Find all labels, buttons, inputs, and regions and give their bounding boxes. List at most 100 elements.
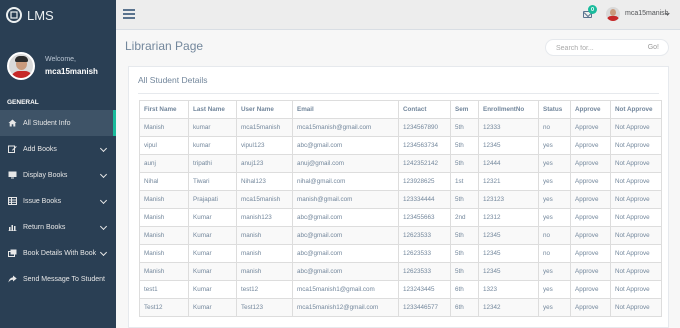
table-cell: 12345	[478, 244, 539, 263]
chevron-down-icon	[99, 196, 108, 205]
approve-link[interactable]: Approve	[570, 262, 611, 281]
table-cell: Manish	[139, 118, 189, 137]
approve-link[interactable]: Approve	[570, 172, 611, 191]
table-cell: 5th	[450, 244, 479, 263]
not-approve-link[interactable]: Not Approve	[610, 118, 662, 137]
sidebar-item-label: All Student Info	[23, 119, 71, 127]
not-approve-link[interactable]: Not Approve	[610, 298, 662, 317]
approve-link[interactable]: Approve	[570, 118, 611, 137]
table-cell: 5th	[450, 154, 479, 173]
approve-link[interactable]: Approve	[570, 208, 611, 227]
sidebar-item-label: Send Message To Student	[23, 275, 105, 283]
table-cell: yes	[538, 154, 571, 173]
sidebar-item-book-details[interactable]: Book Details With Book	[0, 240, 116, 266]
table-cell: Test12	[139, 298, 189, 317]
table-cell: abc@gmail.com	[292, 226, 399, 245]
table-cell: mca15manish1@gmail.com	[292, 280, 399, 299]
student-table: First Name Last Name User Name Email Contact…	[139, 100, 662, 317]
table-cell: 123928625	[398, 172, 451, 191]
table-cell: 1234567890	[398, 118, 451, 137]
not-approve-link[interactable]: Not Approve	[610, 154, 662, 173]
table-cell: 123123	[478, 190, 539, 209]
table-cell: mca15manish@gmail.com	[292, 118, 399, 137]
table-cell: 123334444	[398, 190, 451, 209]
not-approve-link[interactable]: Not Approve	[610, 172, 662, 191]
table-cell: mca15manish12@gmail.com	[292, 298, 399, 317]
table-cell: no	[538, 118, 571, 137]
table-cell: 12345	[478, 226, 539, 245]
profile: Welcome, mca15manish	[0, 30, 116, 92]
table-cell: 12321	[478, 172, 539, 191]
table-row: Manish Kumar manish abc@gmail.com 12623533 5t…	[139, 244, 662, 263]
table-cell: 12342	[478, 298, 539, 317]
not-approve-link[interactable]: Not Approve	[610, 226, 662, 245]
chevron-down-icon	[99, 144, 108, 153]
sidebar-item-return-books[interactable]: Return Books	[0, 214, 116, 240]
table-cell: Prajapati	[188, 190, 237, 209]
search-go-button[interactable]: Go!	[648, 44, 659, 51]
table-cell: Tiwari	[188, 172, 237, 191]
not-approve-link[interactable]: Not Approve	[610, 244, 662, 263]
avatar	[7, 52, 35, 80]
column-header: Sem	[450, 100, 479, 119]
table-cell: 12444	[478, 154, 539, 173]
sidebar-section-title: GENERAL	[7, 99, 39, 106]
not-approve-link[interactable]: Not Approve	[610, 262, 662, 281]
clone-icon	[8, 249, 17, 257]
approve-link[interactable]: Approve	[570, 298, 611, 317]
share-icon	[8, 275, 17, 283]
search-input[interactable]	[556, 43, 636, 53]
table-row: Manish Kumar manish abc@gmail.com 12623533 5t…	[139, 262, 662, 281]
table-cell: Kumar	[188, 298, 237, 317]
table-cell: yes	[538, 208, 571, 227]
profile-username: mca15manish	[45, 67, 98, 76]
column-header: Not Approve	[610, 100, 662, 119]
approve-link[interactable]: Approve	[570, 280, 611, 299]
table-cell: no	[538, 244, 571, 263]
column-header: EnrollmentNo	[478, 100, 539, 119]
not-approve-link[interactable]: Not Approve	[610, 136, 662, 155]
table-cell: 12623533	[398, 262, 451, 281]
chevron-down-icon	[99, 248, 108, 257]
approve-link[interactable]: Approve	[570, 190, 611, 209]
sidebar-item-send-message[interactable]: Send Message To Student	[0, 266, 116, 292]
sidebar-item-label: Issue Books	[23, 197, 62, 205]
not-approve-link[interactable]: Not Approve	[610, 190, 662, 209]
user-avatar[interactable]	[606, 7, 620, 21]
approve-link[interactable]: Approve	[570, 154, 611, 173]
column-header: Last Name	[188, 100, 237, 119]
sidebar-item-issue-books[interactable]: Issue Books	[0, 188, 116, 214]
chevron-down-icon	[99, 222, 108, 231]
table-cell: 5th	[450, 118, 479, 137]
table-cell: manish	[236, 244, 293, 263]
table-cell: abc@gmail.com	[292, 262, 399, 281]
table-cell: 12333	[478, 118, 539, 137]
table-cell: manish123	[236, 208, 293, 227]
approve-link[interactable]: Approve	[570, 136, 611, 155]
table-row: Manish Prajapati mca15manish manish@gmail.c…	[139, 190, 662, 209]
table-cell: tripathi	[188, 154, 237, 173]
table-cell: aunj	[139, 154, 189, 173]
table-cell: Kumar	[188, 226, 237, 245]
not-approve-link[interactable]: Not Approve	[610, 280, 662, 299]
divider	[138, 93, 659, 94]
column-header: User Name	[236, 100, 293, 119]
panel-title: All Student Details	[138, 75, 208, 85]
hamburger-icon[interactable]	[123, 9, 135, 19]
brand-title: LMS	[27, 7, 54, 23]
sidebar-item-add-books[interactable]: Add Books	[0, 136, 116, 162]
not-approve-link[interactable]: Not Approve	[610, 208, 662, 227]
approve-link[interactable]: Approve	[570, 226, 611, 245]
table-cell: 1323	[478, 280, 539, 299]
table-row: Manish kumar mca15manish mca15manish@gmail.…	[139, 118, 662, 137]
table-cell: 123455663	[398, 208, 451, 227]
table-row: vipul kumar vipul123 abc@gmail.com 123456373…	[139, 136, 662, 155]
table-cell: nihal@gmail.com	[292, 172, 399, 191]
brand[interactable]: LMS	[0, 0, 116, 30]
sidebar-item-display-books[interactable]: Display Books	[0, 162, 116, 188]
table-cell: yes	[538, 172, 571, 191]
approve-link[interactable]: Approve	[570, 244, 611, 263]
sidebar-item-all-student-info[interactable]: All Student Info	[0, 110, 116, 136]
table-cell: 123243445	[398, 280, 451, 299]
user-menu-name[interactable]: mca15manish	[625, 10, 669, 17]
